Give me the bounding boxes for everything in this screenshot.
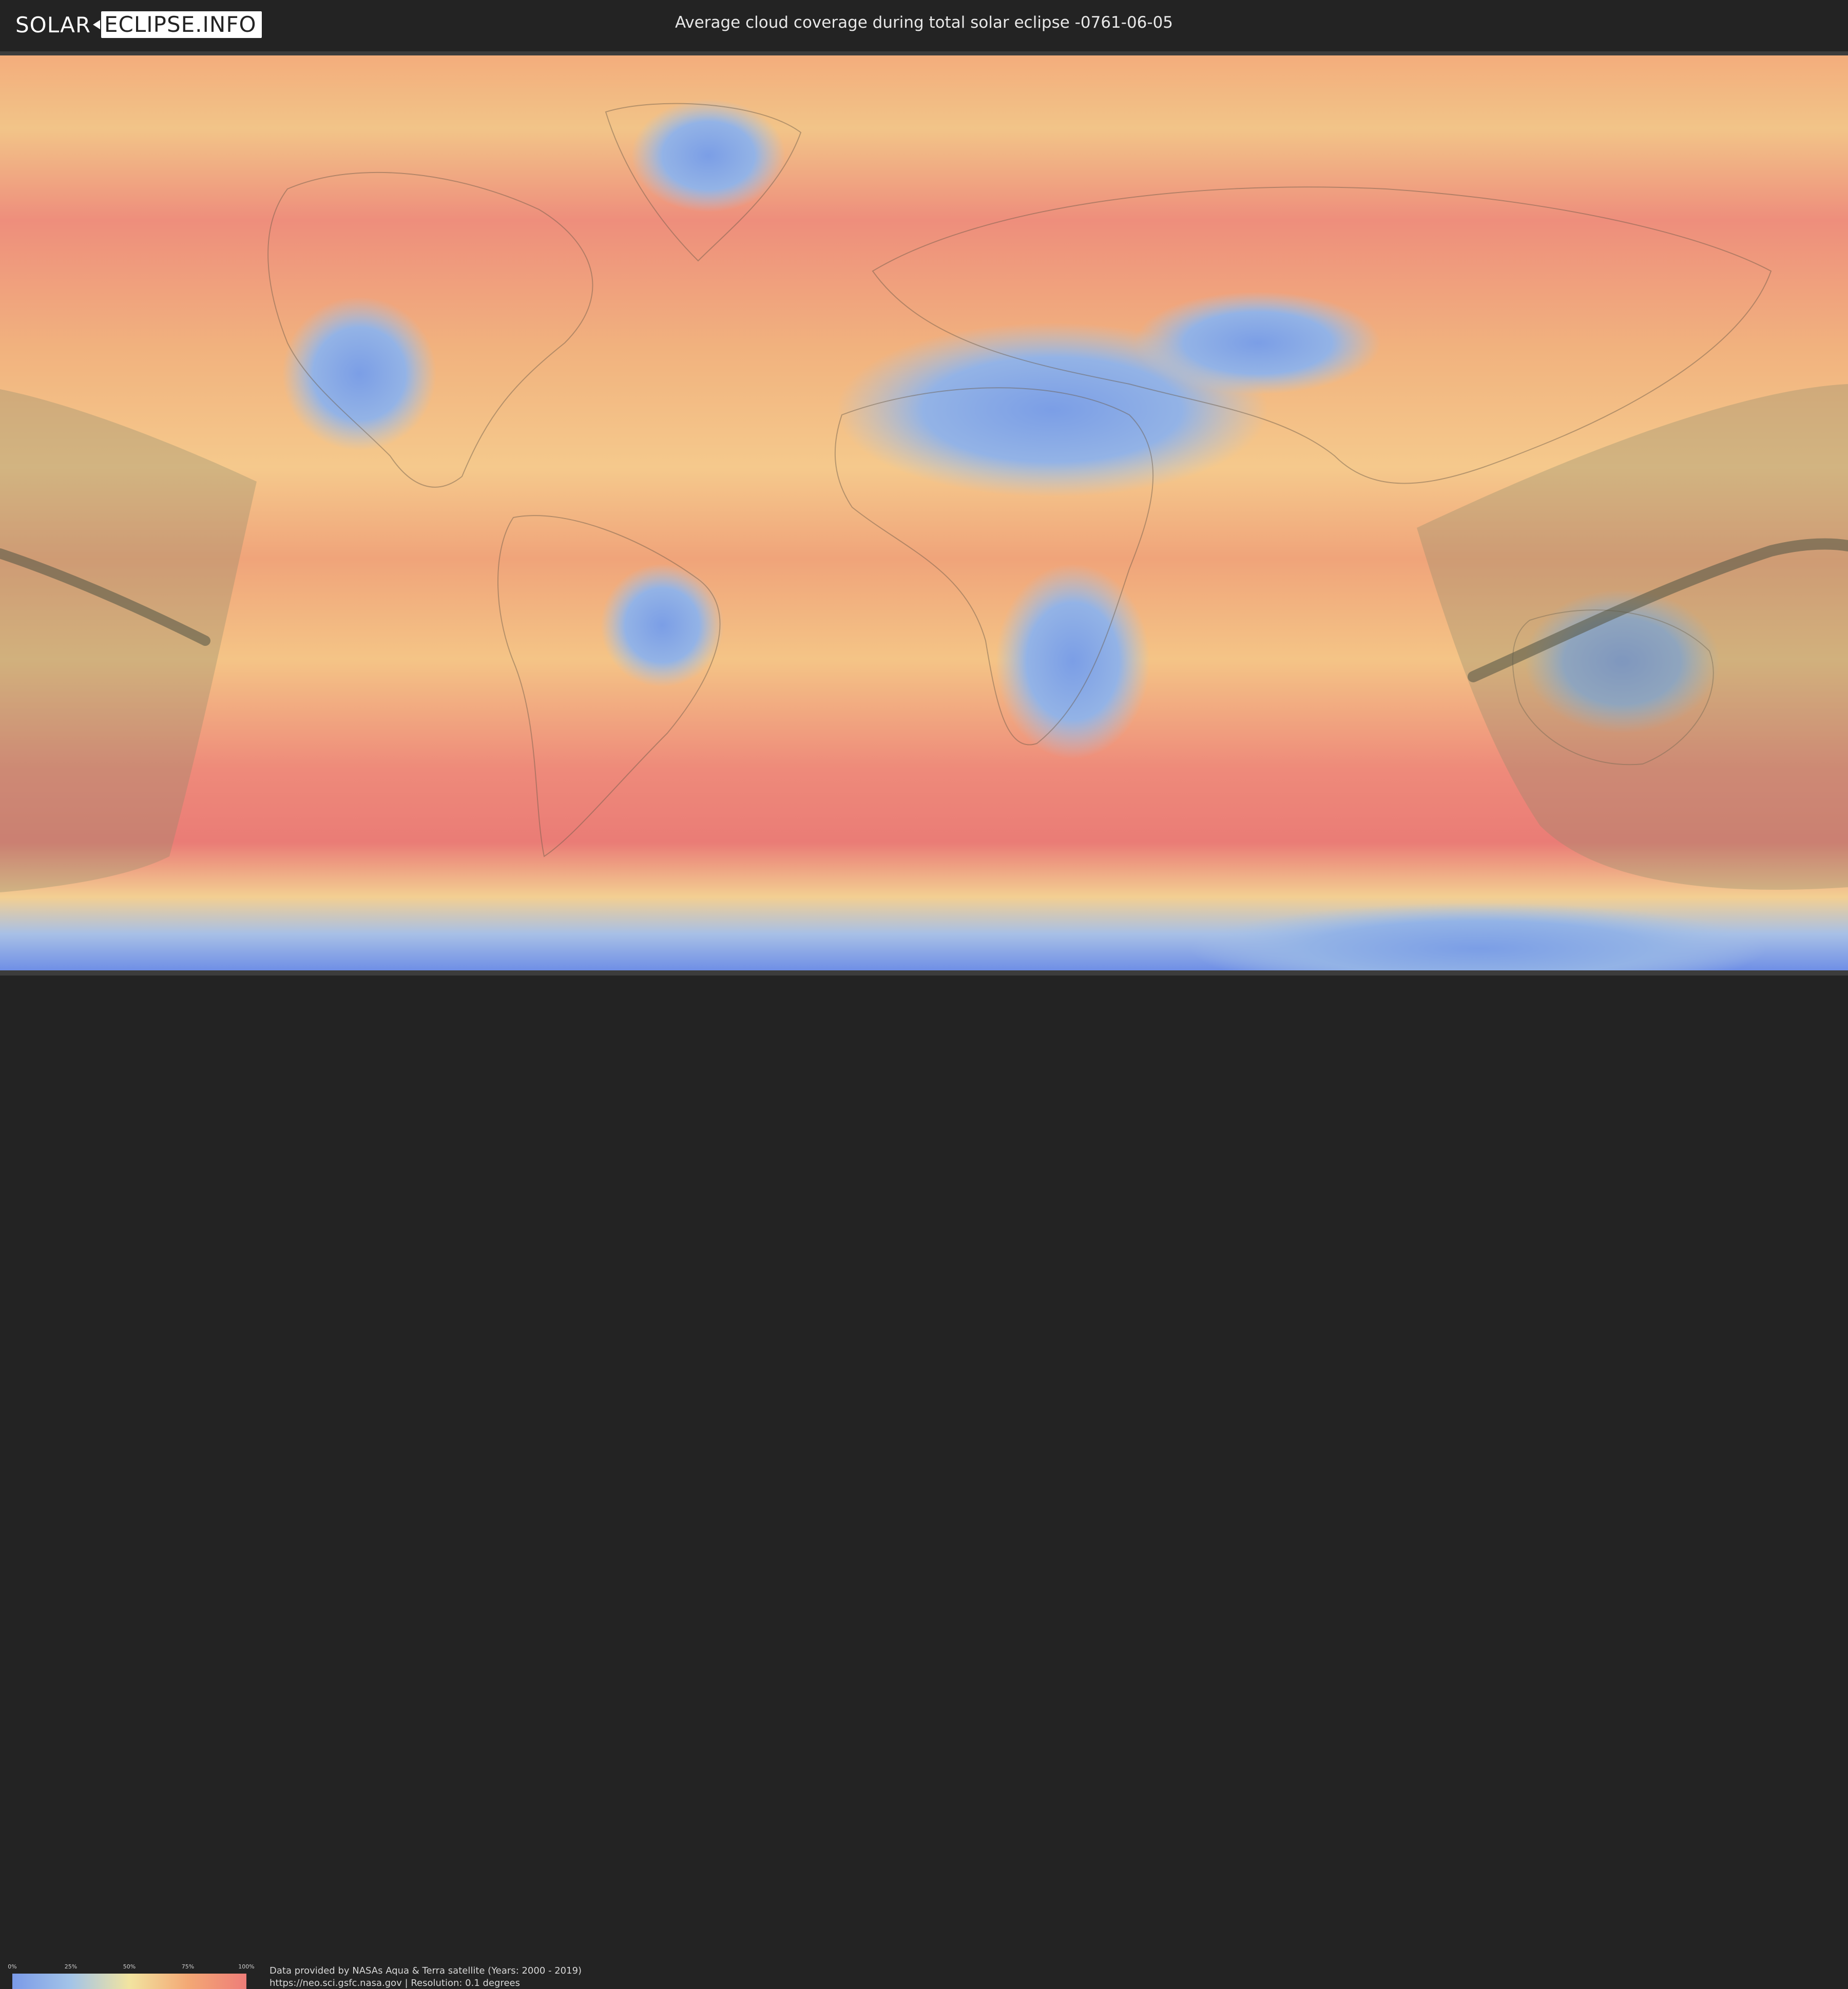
legend-tick-labels: 0% 25% 50% 75% 100% [8,1963,254,1971]
legend-tick-25: 25% [64,1963,78,1970]
legend-tick-100: 100% [238,1963,255,1970]
legend-color-bar [12,1974,246,1989]
legend-tick-0: 0% [8,1963,17,1970]
header-bar: SOLAR ECLIPSE.INFO Average cloud coverag… [0,0,1848,51]
credit-data-source: Data provided by NASAs Aqua & Terra sate… [270,1965,582,1976]
south-america-central [601,564,724,687]
greenland [631,99,785,212]
credit-source-url[interactable]: https://neo.sci.gsfc.nasa.gov | Resoluti… [270,1978,520,1988]
page-title: Average cloud coverage during total sola… [675,13,1173,32]
legend-tick-75: 75% [181,1963,195,1970]
central-asia [1134,292,1381,394]
cloud-coverage-map [0,55,1848,970]
map-frame [0,51,1848,976]
southern-africa [996,564,1150,759]
north-america-southwest [282,297,436,451]
legend-tick-50: 50% [123,1963,136,1970]
footer-bar: 0% 25% 50% 75% 100% Data provided by NAS… [0,976,1848,1989]
